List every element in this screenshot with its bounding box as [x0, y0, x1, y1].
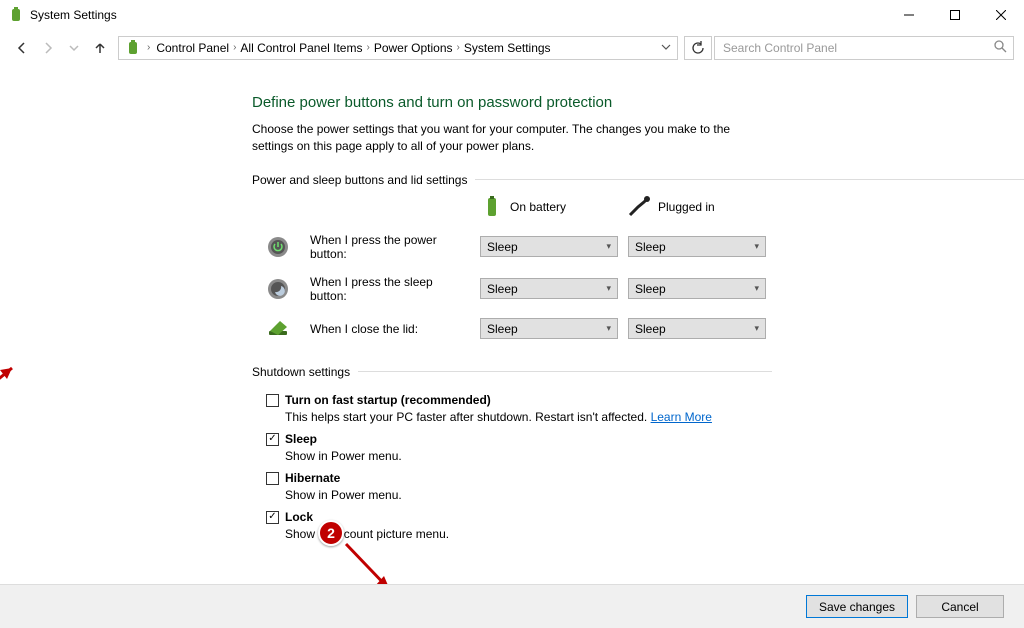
row-sleep-button-label: When I press the sleep button: [310, 275, 470, 303]
chevron-down-icon: ▾ [606, 283, 611, 294]
section-shutdown-settings: Shutdown settings [252, 365, 772, 379]
page-heading: Define power buttons and turn on passwor… [252, 94, 1024, 111]
power-plan-icon [125, 40, 141, 56]
minimize-button[interactable] [886, 0, 932, 30]
breadcrumb[interactable]: Power Options [374, 41, 453, 55]
learn-more-link[interactable]: Learn More [651, 410, 712, 424]
breadcrumb[interactable]: All Control Panel Items [240, 41, 362, 55]
search-box[interactable] [714, 36, 1014, 60]
hibernate-desc: Show in Power menu. [285, 488, 1024, 502]
close-button[interactable] [978, 0, 1024, 30]
save-changes-button[interactable]: Save changes [806, 595, 908, 618]
window-title: System Settings [30, 8, 117, 22]
sleep-checkbox[interactable] [266, 433, 279, 446]
chevron-down-icon: ▾ [754, 323, 759, 334]
chevron-down-icon: ▾ [754, 283, 759, 294]
address-bar[interactable]: › Control Panel› All Control Panel Items… [118, 36, 678, 60]
sleep-button-plugged-select[interactable]: Sleep▾ [628, 278, 766, 299]
power-plan-icon [8, 7, 24, 23]
row-close-lid-label: When I close the lid: [310, 322, 470, 336]
battery-icon [480, 195, 504, 219]
hibernate-label: Hibernate [285, 471, 340, 485]
up-button[interactable] [88, 36, 112, 60]
sleep-button-icon [266, 277, 290, 301]
chevron-down-icon: ▾ [606, 323, 611, 334]
chevron-down-icon: ▾ [606, 241, 611, 252]
forward-button[interactable] [36, 36, 60, 60]
maximize-button[interactable] [932, 0, 978, 30]
fast-startup-label: Turn on fast startup (recommended) [285, 393, 491, 407]
chevron-down-icon[interactable] [661, 41, 671, 55]
breadcrumb[interactable]: Control Panel [156, 41, 229, 55]
search-icon [994, 40, 1007, 56]
sleep-button-battery-select[interactable]: Sleep▾ [480, 278, 618, 299]
power-button-battery-select[interactable]: Sleep▾ [480, 236, 618, 257]
refresh-button[interactable] [684, 36, 712, 60]
plug-icon [628, 195, 652, 219]
lid-icon [266, 317, 290, 341]
annotation-arrow-1 [0, 356, 30, 411]
chevron-right-icon: › [147, 42, 150, 53]
page-description: Choose the power settings that you want … [252, 121, 752, 155]
lock-label: Lock [285, 510, 313, 524]
breadcrumb[interactable]: System Settings [464, 41, 551, 55]
power-button-plugged-select[interactable]: Sleep▾ [628, 236, 766, 257]
sleep-desc: Show in Power menu. [285, 449, 1024, 463]
back-button[interactable] [10, 36, 34, 60]
section-power-buttons: Power and sleep buttons and lid settings [252, 173, 1024, 187]
power-button-icon [266, 235, 290, 259]
close-lid-battery-select[interactable]: Sleep▾ [480, 318, 618, 339]
search-input[interactable] [721, 40, 1007, 56]
fast-startup-checkbox[interactable] [266, 394, 279, 407]
chevron-down-icon: ▾ [754, 241, 759, 252]
sleep-label: Sleep [285, 432, 317, 446]
col-plugged-in: Plugged in [658, 200, 715, 214]
col-on-battery: On battery [510, 200, 566, 214]
cancel-button[interactable]: Cancel [916, 595, 1004, 618]
fast-startup-desc: This helps start your PC faster after sh… [285, 410, 651, 424]
row-power-button-label: When I press the power button: [310, 233, 470, 261]
recent-locations-button[interactable] [62, 36, 86, 60]
hibernate-checkbox[interactable] [266, 472, 279, 485]
lock-checkbox[interactable] [266, 511, 279, 524]
lock-desc: Show in account picture menu. [285, 527, 1024, 541]
close-lid-plugged-select[interactable]: Sleep▾ [628, 318, 766, 339]
